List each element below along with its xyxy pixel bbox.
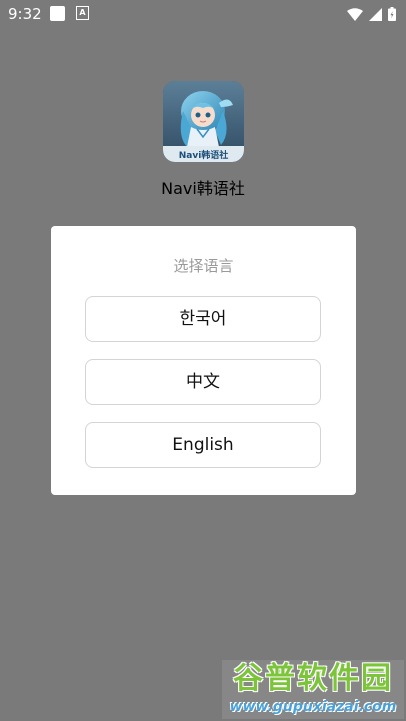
wifi-icon [347, 7, 363, 21]
status-time: 9:32 [8, 5, 42, 23]
app-name: Navi韩语社 [161, 179, 245, 198]
status-indicators [347, 5, 396, 23]
watermark-url: www.gupuxiazai.com [229, 699, 397, 715]
app-icon-caption: Navi韩语社 [179, 149, 229, 161]
dialog-title: 选择语言 [173, 257, 234, 275]
watermark: 谷普软件园 www.gupuxiazai.com [222, 660, 404, 719]
language-option-korean[interactable]: 한국어 [85, 296, 321, 342]
status-bar: 9:32 A [0, 0, 406, 28]
language-option-chinese[interactable]: 中文 [85, 359, 321, 405]
a-notification-icon: A [76, 6, 89, 20]
square-notification-icon [50, 6, 65, 21]
signal-icon [369, 7, 382, 21]
app-icon: Navi韩语社 [163, 81, 244, 162]
watermark-brand: 谷普软件园 [233, 661, 393, 696]
app-mascot-image: Navi韩语社 [163, 81, 244, 162]
language-option-english[interactable]: English [85, 422, 321, 468]
language-dialog: 选择语言 한국어 中文 English [51, 226, 356, 495]
battery-icon [388, 7, 396, 21]
